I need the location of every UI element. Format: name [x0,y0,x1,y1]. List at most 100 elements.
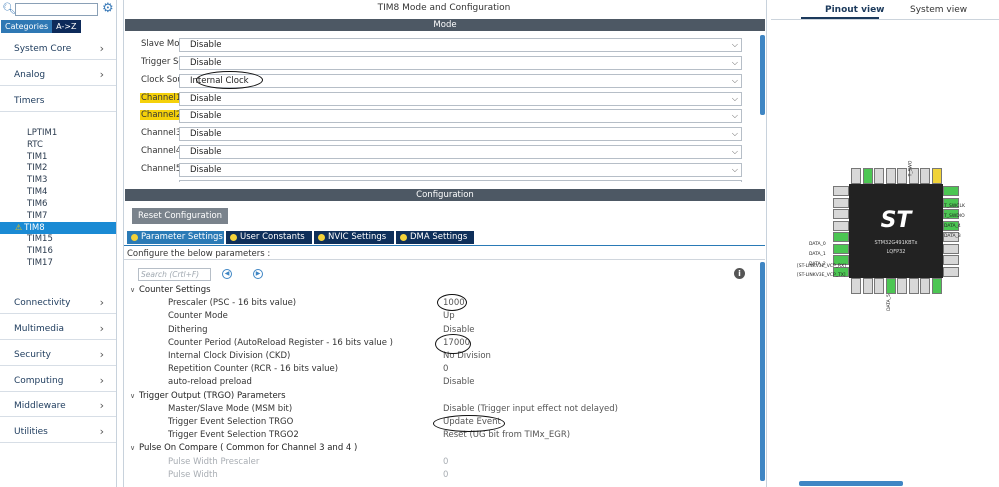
config-scrollbar[interactable] [760,262,765,481]
timer-item[interactable]: TIM1 [0,152,116,164]
chip-pin[interactable] [943,243,959,254]
chip-pin[interactable] [943,255,959,265]
parameter-row[interactable]: Pulse Width 0 [124,470,754,483]
parameter-row[interactable]: Prescaler (PSC - 16 bits value) 1000 [124,298,754,311]
parameter-row[interactable]: Counter Mode Up [124,311,754,324]
mode-scrollbar[interactable] [760,35,765,115]
tab-nvic-settings[interactable]: NVIC Settings [314,231,394,244]
channel4-select[interactable]: Disable ⌵ [179,145,742,159]
parameter-group[interactable]: ∨ Pulse On Compare ( Common for Channel 3… [124,443,754,456]
chip-pin[interactable] [885,168,896,184]
parameter-row[interactable]: Trigger Event Selection TRGO Update Event [124,417,754,430]
group-label[interactable]: ∨ Pulse On Compare ( Common for Channel 3… [130,443,357,453]
tab-pinout-view[interactable]: Pinout view [825,5,884,15]
chip-pin[interactable] [851,168,861,184]
channel5-select[interactable]: Disable ⌵ [179,163,742,177]
parameter-value[interactable]: 0 [443,470,448,480]
channel1-select[interactable]: Disable ⌵ [179,92,742,106]
chip-pin[interactable] [920,168,930,184]
channel3-select[interactable]: Disable ⌵ [179,127,742,141]
chip-pin[interactable] [943,186,959,196]
parameter-value[interactable]: Disable [443,325,475,335]
timer-item[interactable]: LPTIM1 [0,128,116,140]
chip-pin[interactable] [874,278,884,294]
parameter-row[interactable]: Repetition Counter (RCR - 16 bits value)… [124,364,754,377]
timer-item[interactable]: TIM3 [0,175,116,187]
chip-pin[interactable] [862,168,873,184]
chip-pin[interactable] [874,168,884,184]
tab-categories[interactable]: Categories [1,20,53,33]
timer-item-active[interactable]: ⚠ TIM8 [0,222,116,235]
tab-parameter-settings[interactable]: Parameter Settings [127,231,224,244]
parameter-row[interactable]: auto-reload preload Disable [124,377,754,390]
category-computing[interactable]: Computing › [0,372,116,392]
chip-pin[interactable] [920,278,930,294]
category-multimedia[interactable]: Multimedia › [0,320,116,340]
pinout-hscroll[interactable] [799,481,903,486]
tab-a-z[interactable]: A->Z [52,20,81,33]
timer-item[interactable]: TIM2 [0,163,116,175]
timer-item[interactable]: TIM17 [0,258,116,270]
mcu-pinout-diagram[interactable]: ST STM32G491KBTx LQFP32 T_SWCLK T_SWDIO … [797,160,986,320]
parameter-row[interactable]: Master/Slave Mode (MSM bit) Disable (Trig… [124,404,754,417]
parameter-value[interactable]: Reset (UG bit from TIMx_EGR) [443,430,570,440]
parameter-value[interactable]: Up [443,311,455,321]
chip-pin[interactable] [851,278,861,294]
info-icon[interactable]: i [734,268,745,279]
parameter-group[interactable]: ∨ Trigger Output (TRGO) Parameters [124,391,754,404]
category-connectivity[interactable]: Connectivity › [0,294,116,314]
chip-pin[interactable] [931,278,942,294]
search-prev-icon[interactable]: ◀ [222,269,232,279]
trigger-source-select[interactable]: Disable ⌵ [179,56,742,70]
chip-pin[interactable] [897,168,907,184]
parameter-group[interactable]: ∨ Counter Settings [124,285,754,298]
gear-icon[interactable]: ⚙ [102,1,114,17]
category-analog[interactable]: Analog › [0,66,116,86]
chip-pin[interactable] [833,197,849,208]
reset-configuration-button[interactable]: Reset Configuration [132,208,228,224]
chip-pin[interactable] [885,278,896,294]
chip-pin[interactable] [908,278,919,294]
tab-system-view[interactable]: System view [910,5,967,15]
tab-dma-settings[interactable]: DMA Settings [396,231,474,244]
timer-item[interactable]: RTC [0,140,116,152]
tab-user-constants[interactable]: User Constants [226,231,312,244]
chip-pin[interactable] [833,186,849,196]
parameter-row[interactable]: Counter Period (AutoReload Register - 16… [124,338,754,351]
channel2-select[interactable]: Disable ⌵ [179,109,742,123]
parameter-row[interactable]: Trigger Event Selection TRGO2 Reset (UG b… [124,430,754,443]
chip-pin[interactable] [833,209,849,219]
timer-item[interactable]: TIM7 [0,211,116,223]
chip-pin[interactable] [833,243,849,254]
timer-item[interactable]: TIM16 [0,246,116,258]
slave-mode-select[interactable]: Disable ⌵ [179,38,742,52]
parameter-value[interactable]: 0 [443,457,448,467]
parameter-row[interactable]: Pulse Width Prescaler 0 [124,457,754,470]
timer-item[interactable]: TIM6 [0,199,116,211]
group-label[interactable]: ∨ Counter Settings [130,285,211,295]
category-system-core[interactable]: System Core › [0,40,116,60]
parameter-value[interactable]: 1000 [443,298,465,308]
category-middleware[interactable]: Middleware › [0,397,116,417]
search-next-icon[interactable]: ▶ [253,269,263,279]
chip-pin[interactable] [833,220,849,231]
chip-pin[interactable] [897,278,907,294]
parameter-row[interactable]: Dithering Disable [124,325,754,338]
timer-item[interactable]: TIM15 [0,234,116,246]
parameter-value[interactable]: 17000 [443,338,470,348]
chip-pin[interactable] [862,278,873,294]
channel6-select[interactable] [179,180,742,182]
parameter-value[interactable]: Disable [443,377,475,387]
search-icon[interactable]: 🔍︎ [2,2,16,16]
category-security[interactable]: Security › [0,346,116,366]
clock-source-select[interactable]: Internal Clock ⌵ [179,74,742,88]
chip-pin[interactable] [943,266,959,277]
parameter-value[interactable]: No Division [443,351,491,361]
parameter-value[interactable]: Disable (Trigger input effect not delaye… [443,404,618,414]
sidebar-search-input[interactable] [15,3,98,16]
category-timers[interactable]: Timers [0,92,116,112]
parameter-row[interactable]: Internal Clock Division (CKD) No Division [124,351,754,364]
parameter-value[interactable]: Update Event [443,417,501,427]
parameter-search-input[interactable]: Search (Crtl+F) [138,268,211,281]
group-label[interactable]: ∨ Trigger Output (TRGO) Parameters [130,391,286,401]
